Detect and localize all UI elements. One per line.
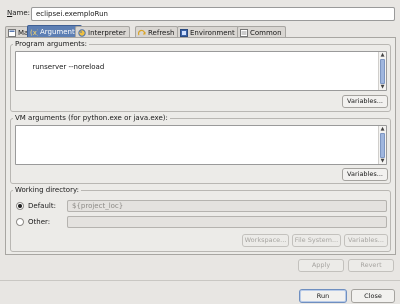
name-input[interactable]: eclipsei.exemploRun [31,7,395,21]
run-button[interactable]: Run [299,289,347,303]
tab-interpreter[interactable]: Interpreter [75,26,130,37]
name-row: Name: eclipsei.exemploRun [5,7,395,21]
other-radio[interactable] [16,218,24,226]
program-arguments-scrollbar[interactable]: ▲ ▼ [378,52,386,90]
svg-text:(x): (x) [30,29,38,36]
vm-arguments-input[interactable]: ▲ ▼ [15,125,387,165]
vm-arguments-scrollbar[interactable]: ▲ ▼ [378,126,386,164]
default-radio-selected-dot [18,204,22,208]
default-label: Default: [28,202,56,210]
tab-refresh[interactable]: Refresh [135,26,179,37]
revert-button[interactable]: Revert [348,259,394,272]
working-directory-title: Working directory: [13,186,81,194]
vm-arguments-group: VM arguments (for python.exe or java.exe… [10,114,391,184]
tab-common-label: Common [250,28,282,37]
default-radio[interactable] [16,202,24,210]
program-variables-button[interactable]: Variables... [342,95,388,108]
common-tab-icon [240,28,248,37]
tab-bar: Main (x) Arguments Interpreter Refresh E… [5,25,395,37]
tab-arguments-label: Arguments [40,28,79,36]
program-arguments-title: Program arguments: [13,40,89,48]
name-label-rest: ame: [12,9,31,17]
tab-refresh-label: Refresh [148,28,175,37]
vm-variables-button[interactable]: Variables... [342,168,388,181]
tab-interpreter-label: Interpreter [88,28,126,37]
scroll-up-icon[interactable]: ▲ [379,126,386,132]
other-directory-field[interactable] [67,216,387,228]
file-system-button[interactable]: File System... [292,234,341,247]
default-directory-field: ${project_loc} [67,200,387,212]
main-tab-icon [8,28,16,37]
arguments-tab-icon: (x) [30,28,40,37]
scroll-thumb[interactable] [380,59,385,84]
workspace-button[interactable]: Workspace... [242,234,289,247]
footer-separator [0,280,400,281]
interpreter-tab-icon [78,28,86,37]
working-variables-button[interactable]: Variables... [344,234,388,247]
tab-common[interactable]: Common [237,26,286,37]
refresh-tab-icon [137,29,146,37]
vm-arguments-title: VM arguments (for python.exe or java.exe… [13,114,170,122]
tab-environment[interactable]: Environment [177,26,239,37]
environment-tab-icon [180,28,188,37]
name-label: Name: [7,9,31,17]
scroll-up-icon[interactable]: ▲ [379,52,386,58]
scroll-thumb[interactable] [380,133,385,158]
program-arguments-value: runserver --noreload [32,63,105,71]
other-label: Other: [28,218,51,226]
program-arguments-group: Program arguments: runserver --noreload … [10,40,391,112]
working-directory-group: Working directory: Default: ${project_lo… [10,186,391,252]
close-button[interactable]: Close [351,289,395,303]
scroll-down-icon[interactable]: ▼ [379,158,386,164]
apply-button[interactable]: Apply [298,259,344,272]
program-arguments-input[interactable]: runserver --noreload ▲ ▼ [15,51,387,91]
scroll-down-icon[interactable]: ▼ [379,84,386,90]
arguments-panel: Program arguments: runserver --noreload … [5,37,396,255]
tab-environment-label: Environment [190,28,235,37]
